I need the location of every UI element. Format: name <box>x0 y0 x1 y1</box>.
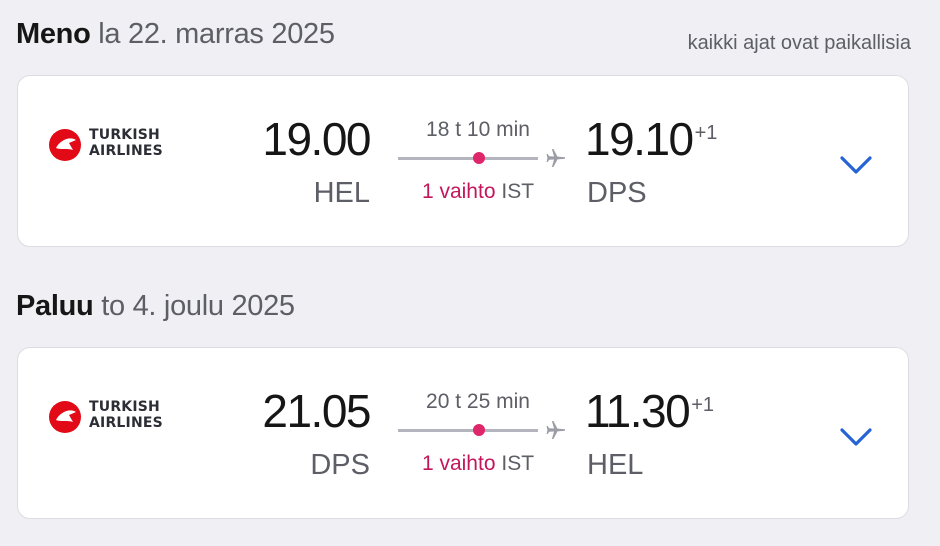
inbound-label: Paluu <box>16 290 94 322</box>
departure-airport: HEL <box>313 177 370 209</box>
airline-name-line2: AIRLINES <box>89 415 163 431</box>
arrival-time: 11.30 +1 <box>585 384 714 438</box>
chevron-down-icon[interactable] <box>836 150 876 180</box>
stops-info: 1 vaihto IST <box>398 452 558 476</box>
turkish-airlines-logo-icon <box>49 129 81 161</box>
airline-name: TURKISH AIRLINES <box>89 127 163 159</box>
airline-logo: TURKISH AIRLINES <box>48 124 188 164</box>
departure-time: 21.05 <box>262 385 371 437</box>
inbound-header: Paluu to 4. joulu 2025 <box>16 290 295 323</box>
inbound-date: to 4. joulu 2025 <box>101 290 295 322</box>
outbound-flight-card[interactable]: TURKISH AIRLINES 19.00 HEL 18 t 10 min 1… <box>17 75 909 247</box>
outbound-label: Meno <box>16 18 91 50</box>
stops-count: 1 vaihto <box>421 452 496 475</box>
arrival-time-value: 11.30 <box>585 385 691 437</box>
airline-name-line1: TURKISH <box>89 399 160 415</box>
arrival-airport: HEL <box>587 449 644 481</box>
inbound-flight-card[interactable]: TURKISH AIRLINES 21.05 DPS 20 t 25 min 1… <box>17 347 909 519</box>
stop-dot <box>473 152 485 164</box>
local-times-note: kaikki ajat ovat paikallisia <box>687 32 911 54</box>
route-line <box>398 429 538 432</box>
plane-icon <box>546 149 565 167</box>
departure-time: 19.00 <box>262 113 371 165</box>
arrival-airport: DPS <box>587 177 647 209</box>
airline-name-line2: AIRLINES <box>89 143 163 159</box>
airline-name: TURKISH AIRLINES <box>89 399 163 431</box>
day-offset: +1 <box>691 394 715 416</box>
arrival-time-value: 19.10 <box>585 113 694 165</box>
chevron-down-icon[interactable] <box>836 422 876 452</box>
stops-info: 1 vaihto IST <box>398 180 558 204</box>
airline-logo: TURKISH AIRLINES <box>48 396 188 436</box>
arrival-time: 19.10 +1 <box>585 112 717 166</box>
airline-name-line1: TURKISH <box>89 127 160 143</box>
turkish-airlines-logo-icon <box>49 401 81 433</box>
departure-airport: DPS <box>310 449 370 481</box>
plane-icon <box>546 421 565 439</box>
stops-count: 1 vaihto <box>421 180 496 203</box>
stop-dot <box>473 424 485 436</box>
stop-airport: IST <box>501 180 535 203</box>
outbound-date: la 22. marras 2025 <box>98 18 335 50</box>
stop-airport: IST <box>501 452 535 475</box>
flight-duration: 18 t 10 min <box>426 118 530 141</box>
day-offset: +1 <box>694 122 718 144</box>
outbound-header: Meno la 22. marras 2025 <box>16 18 335 51</box>
flight-duration: 20 t 25 min <box>426 390 530 413</box>
route-line <box>398 157 538 160</box>
